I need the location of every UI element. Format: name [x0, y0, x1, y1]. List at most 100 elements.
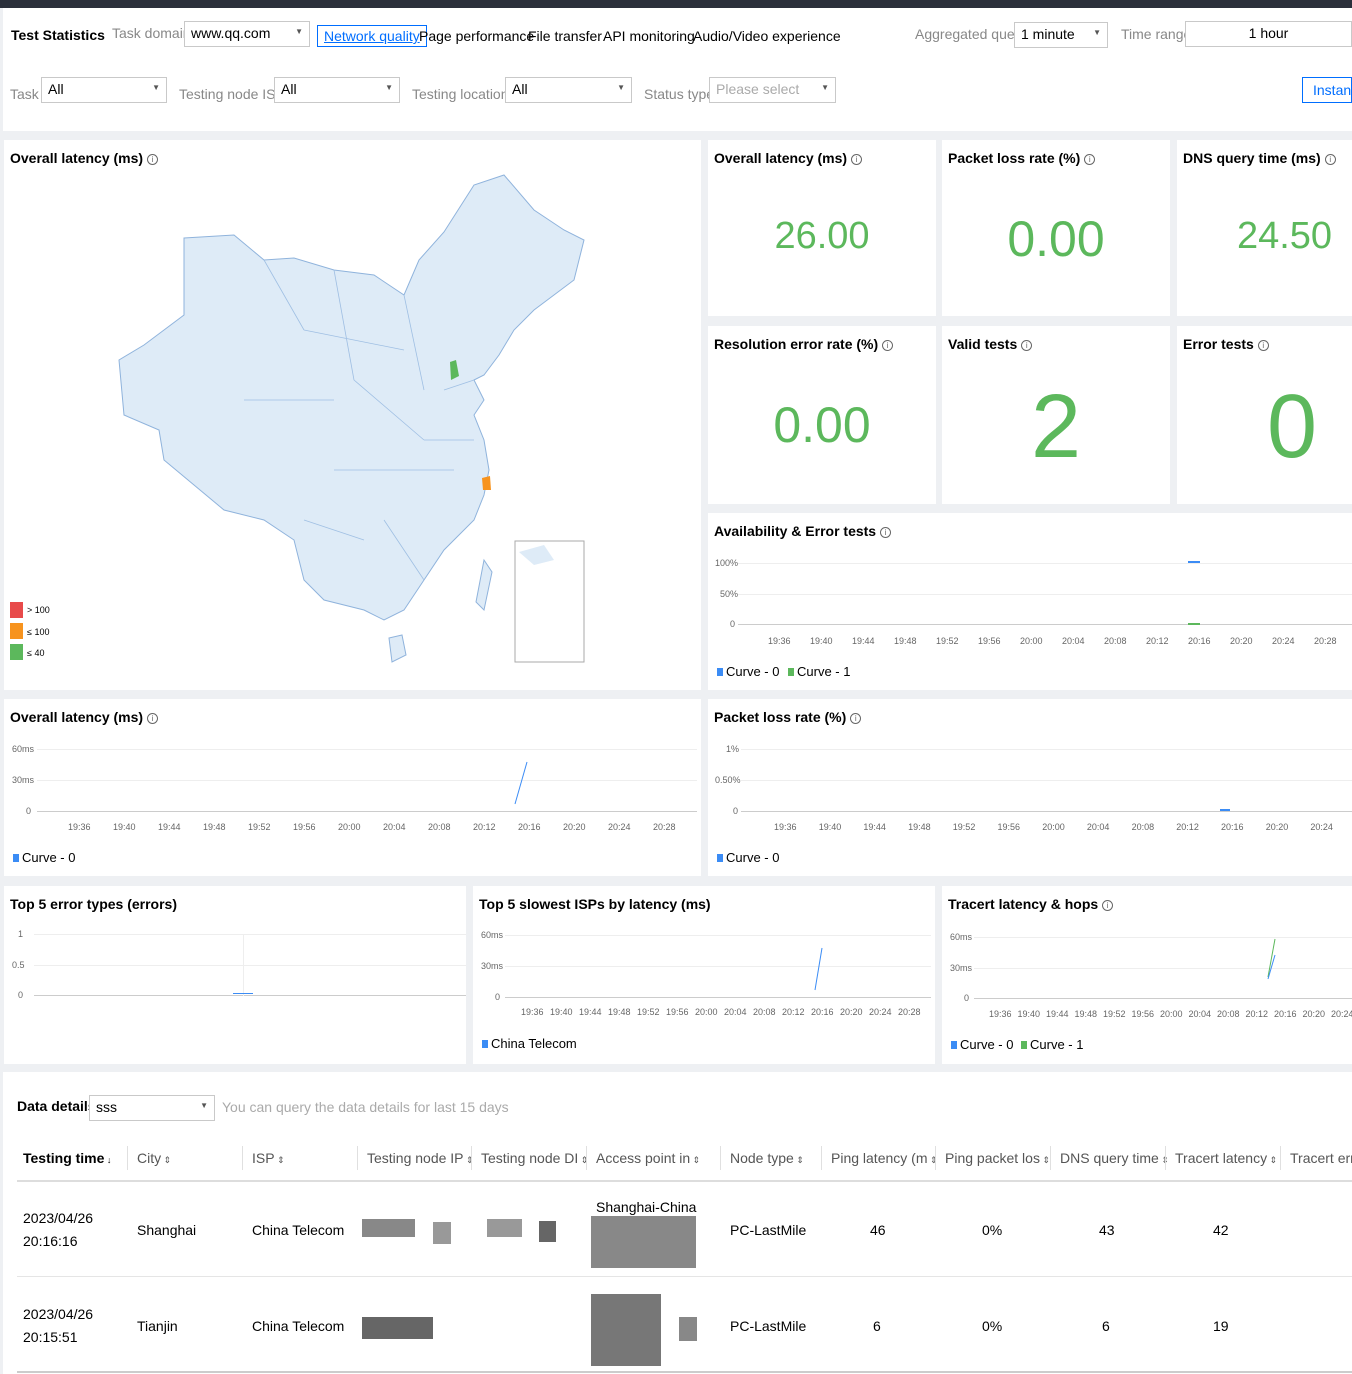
card-title-text: DNS query time (ms)	[1183, 150, 1321, 166]
column-separator	[1280, 1146, 1281, 1170]
status-label: Status type	[644, 86, 715, 102]
legend-label: Curve - 0	[22, 850, 76, 865]
column-header[interactable]: Tracert erro	[1290, 1150, 1352, 1166]
y-tick: 1%	[726, 744, 740, 754]
time-range-picker[interactable]: 1 hour	[1185, 21, 1352, 47]
chevron-down-icon: ▼	[821, 83, 829, 92]
info-icon[interactable]: i	[851, 154, 863, 165]
sort-icon[interactable]: ⇕	[927, 1155, 938, 1165]
x-tick: 20:08	[1104, 636, 1127, 646]
aggregated-value: 1 minute	[1021, 26, 1075, 42]
info-icon[interactable]: i	[1257, 340, 1269, 351]
y-tick: 0.50%	[715, 775, 741, 785]
legend-swatch	[717, 854, 723, 862]
column-header[interactable]: Testing node DI ⇕	[481, 1150, 588, 1166]
details-select[interactable]: sss ▼	[89, 1095, 215, 1121]
sort-icon[interactable]: ⇕	[161, 1155, 172, 1165]
legend-item[interactable]: Curve - 0	[951, 1037, 1013, 1052]
chart-tracert: Tracert latency & hops i 60ms 30ms 0 19:3…	[942, 886, 1352, 1064]
sort-icon[interactable]: ⇕	[1040, 1155, 1050, 1165]
info-icon[interactable]: i	[850, 713, 862, 724]
info-icon[interactable]: i	[1084, 154, 1096, 165]
sort-icon[interactable]: ⇕	[275, 1155, 285, 1165]
aggregated-select[interactable]: 1 minute ▼	[1014, 22, 1108, 48]
legend-item[interactable]: Curve - 0	[717, 664, 779, 679]
hainan-shape	[388, 634, 407, 663]
column-header[interactable]: Access point in ⇕	[596, 1150, 700, 1166]
x-tick: 20:08	[1131, 822, 1155, 832]
column-header[interactable]: Testing time ↓	[23, 1150, 111, 1166]
column-header[interactable]: Ping latency (m ⇕	[831, 1150, 938, 1166]
legend-item[interactable]: Curve - 0	[13, 850, 75, 865]
task-select[interactable]: All ▼	[41, 77, 167, 103]
info-icon[interactable]: i	[880, 527, 892, 538]
sort-icon[interactable]: ⇕	[1159, 1155, 1169, 1165]
chart-error-types: Top 5 error types (errors) 1 0.5 0	[4, 886, 466, 1064]
map-card: Overall latency (ms) i > 100 ≤ 100 ≤ 40	[4, 140, 701, 690]
info-icon[interactable]: i	[882, 340, 894, 351]
sort-icon[interactable]: ⇕	[464, 1155, 474, 1165]
locations-select[interactable]: All ▼	[505, 77, 632, 103]
card-title: Packet loss rate (%) i	[714, 709, 862, 725]
legend-swatch	[482, 1040, 488, 1048]
column-header[interactable]: DNS query time ⇕	[1060, 1150, 1169, 1166]
x-ticks: 19:36 19:40 19:44 19:48 19:52 19:56 20:00 20:04…	[774, 822, 1352, 834]
grid-line	[34, 965, 466, 966]
task-domain-select[interactable]: www.qq.com ▼	[184, 21, 310, 47]
grid-line	[34, 934, 466, 935]
legend-label: China Telecom	[491, 1036, 577, 1051]
tab-file-transfer[interactable]: File transfer	[528, 28, 602, 44]
legend-swatch	[951, 1041, 957, 1049]
info-icon[interactable]: i	[1021, 340, 1033, 351]
details-select-value: sss	[96, 1099, 117, 1115]
column-separator	[586, 1146, 587, 1170]
curve-0-mark	[1188, 561, 1200, 563]
legend-swatch	[1021, 1041, 1027, 1049]
isp-value: All	[281, 81, 297, 97]
stat-value: 26.00	[774, 215, 870, 257]
column-header-label: Testing node DI	[481, 1150, 579, 1166]
legend-item[interactable]: Curve - 0	[717, 850, 779, 865]
cell-ping-latency: 46	[870, 1222, 886, 1238]
stat-card-packet-loss: Packet loss rate (%) i 0.00	[942, 140, 1170, 316]
sort-icon[interactable]: ↓	[104, 1155, 112, 1165]
info-icon[interactable]: i	[1324, 154, 1336, 165]
tab-page-performance[interactable]: Page performance	[419, 28, 534, 44]
column-separator	[821, 1146, 822, 1170]
tab-audio-video[interactable]: Audio/Video experience	[693, 28, 841, 44]
redacted-ip	[362, 1317, 433, 1339]
grid-line	[738, 594, 1352, 595]
y-tick: 0	[733, 806, 739, 816]
column-header[interactable]: Tracert latency ⇕	[1175, 1150, 1277, 1166]
legend-item[interactable]: Curve - 1	[788, 664, 850, 679]
cell-ping-latency: 6	[873, 1318, 881, 1334]
chart-latency: Overall latency (ms) i 60ms 30ms 0 19:36 1…	[4, 699, 701, 876]
chevron-down-icon: ▼	[617, 83, 625, 92]
grid-line	[741, 780, 1352, 781]
grid-line	[741, 749, 1352, 750]
isp-select[interactable]: All ▼	[274, 77, 400, 103]
chart-packet-loss: Packet loss rate (%) i 1% 0.50% 0 19:36 19…	[708, 699, 1352, 876]
x-tick: 20:24	[1272, 636, 1295, 646]
column-separator	[357, 1146, 358, 1170]
column-header[interactable]: ISP ⇕	[252, 1150, 285, 1166]
time-range-label: Time range	[1121, 26, 1192, 42]
top-bar	[0, 0, 1352, 8]
column-header[interactable]: Testing node IP ⇕	[367, 1150, 474, 1166]
sort-icon[interactable]: ⇕	[1267, 1155, 1278, 1165]
tab-api-monitoring[interactable]: API monitoring	[603, 28, 695, 44]
status-select[interactable]: Please select ▼	[709, 77, 836, 103]
column-header[interactable]: Ping packet los ⇕	[945, 1150, 1050, 1166]
tab-network-quality[interactable]: Network quality	[317, 25, 427, 47]
column-header[interactable]: Node type ⇕	[730, 1150, 804, 1166]
sort-icon[interactable]: ⇕	[794, 1155, 804, 1165]
instant-button[interactable]: Instant	[1302, 77, 1352, 103]
sort-icon[interactable]: ⇕	[690, 1155, 701, 1165]
legend-swatch-low	[10, 644, 23, 660]
cell-date: 2023/04/26	[23, 1210, 94, 1226]
column-header[interactable]: City ⇕	[137, 1150, 171, 1166]
legend-item[interactable]: Curve - 1	[1021, 1037, 1083, 1052]
time-range-value: 1 hour	[1248, 25, 1289, 41]
legend-item[interactable]: China Telecom	[482, 1036, 577, 1051]
x-tick: 19:52	[952, 822, 976, 832]
